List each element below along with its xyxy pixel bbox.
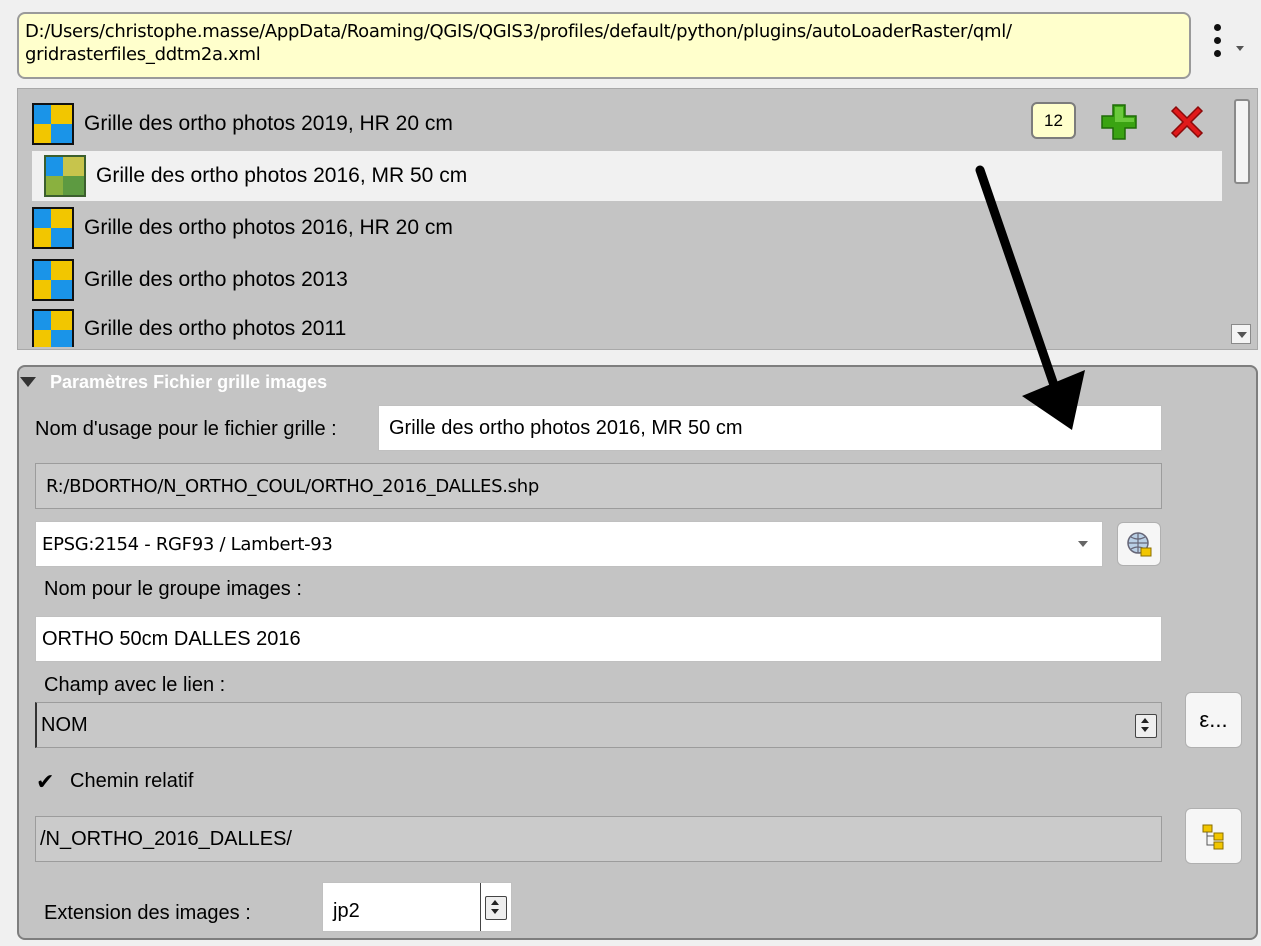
- usage-name-label: Nom d'usage pour le fichier grille :: [35, 418, 337, 440]
- group-name-label: Nom pour le groupe images :: [44, 578, 302, 600]
- delete-x-icon: [1170, 105, 1204, 139]
- list-item-label: Grille des ortho photos 2016, MR 50 cm: [96, 164, 468, 187]
- spin-arrows-icon[interactable]: [1135, 714, 1157, 738]
- raster-grid-icon: [32, 309, 74, 347]
- relative-path-field[interactable]: /N_ORTHO_2016_DALLES/: [35, 816, 1162, 862]
- crs-combobox[interactable]: EPSG:2154 - RGF93 / Lambert-93: [35, 521, 1103, 567]
- relative-path-checkbox[interactable]: ✔: [36, 771, 58, 793]
- scrollbar-thumb[interactable]: [1234, 99, 1250, 184]
- params-groupbox-title[interactable]: Paramètres Fichier grille images: [20, 370, 328, 394]
- folder-tree-icon: [1202, 824, 1223, 850]
- list-item-label: Grille des ortho photos 2016, HR 20 cm: [84, 216, 453, 239]
- annotation-arrow: [975, 165, 1085, 430]
- item-count-badge: 12: [1031, 102, 1076, 139]
- list-item-label: Grille des ortho photos 2013: [84, 268, 348, 291]
- browse-folder-button[interactable]: [1185, 808, 1242, 864]
- list-item-label: Grille des ortho photos 2019, HR 20 cm: [84, 112, 453, 135]
- crs-value: EPSG:2154 - RGF93 / Lambert-93: [42, 533, 333, 555]
- extension-label: Extension des images :: [44, 902, 251, 924]
- relative-path-label: Chemin relatif: [70, 770, 194, 792]
- expression-button[interactable]: ε...: [1185, 692, 1242, 748]
- group-name-input[interactable]: ORTHO 50cm DALLES 2016: [35, 616, 1162, 662]
- dropdown-arrow-icon: [1078, 541, 1088, 547]
- plus-icon: [1101, 104, 1137, 140]
- list-item-label: Grille des ortho photos 2011: [84, 317, 347, 340]
- globe-icon: [1127, 532, 1152, 557]
- add-button[interactable]: [1098, 101, 1140, 143]
- raster-grid-icon: [32, 103, 74, 145]
- xml-path-display[interactable]: D:/Users/christophe.masse/AppData/Roamin…: [17, 12, 1191, 79]
- scroll-down-button[interactable]: [1231, 324, 1251, 344]
- raster-grid-icon: [32, 259, 74, 301]
- spin-divider: [480, 883, 481, 931]
- collapse-triangle-icon: [20, 377, 36, 387]
- link-field-label: Champ avec le lien :: [44, 674, 226, 696]
- delete-button[interactable]: [1166, 101, 1208, 143]
- raster-grid-icon: [32, 207, 74, 249]
- raster-grid-mr-icon: [44, 155, 86, 197]
- link-field-combobox[interactable]: NOM: [35, 702, 1162, 748]
- shp-path-field: R:/BDORTHO/N_ORTHO_COUL/ORTHO_2016_DALLE…: [35, 463, 1162, 509]
- kebab-menu-icon: [1214, 24, 1224, 63]
- link-field-value: NOM: [41, 713, 88, 736]
- extension-value: jp2: [333, 900, 360, 922]
- chevron-down-icon: [1236, 46, 1244, 51]
- crs-select-button[interactable]: [1117, 522, 1161, 566]
- extension-spinbox[interactable]: jp2: [322, 882, 512, 932]
- more-options-button[interactable]: [1205, 20, 1251, 72]
- spin-arrows-icon[interactable]: [485, 896, 507, 920]
